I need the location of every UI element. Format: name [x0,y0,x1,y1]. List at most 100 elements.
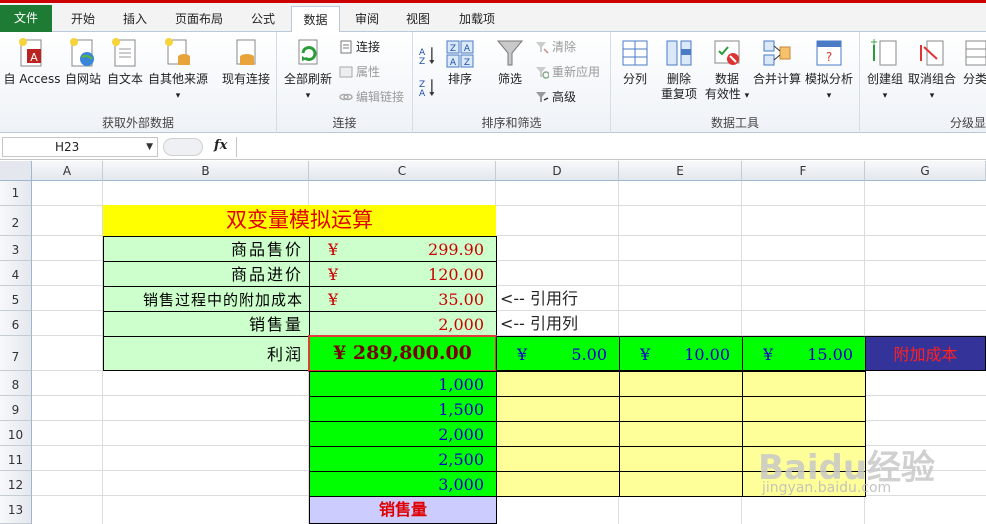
edit-links-button[interactable]: 编辑链接 [339,88,404,106]
cell-quantity-input[interactable]: 1,500 [309,396,497,422]
tab-insert[interactable]: 插入 [112,6,158,32]
remove-duplicates-button[interactable]: 删除 重复项 [657,37,701,102]
cell-quantity-input[interactable]: 3,000 [309,471,497,497]
tab-page-layout[interactable]: 页面布局 [163,6,235,32]
row-header[interactable]: 8 [0,371,32,396]
row-header[interactable]: 13 [0,496,32,524]
sort-button[interactable]: ZAAZ 排序 [443,37,477,87]
label-cost[interactable]: 商品进价 [103,261,310,287]
tab-file[interactable]: 文件 [0,5,52,32]
cell-extra-cost-input[interactable]: ¥5.00 [496,336,620,371]
cell-extra-cost[interactable]: ¥35.00 [309,286,497,312]
filter-button[interactable]: 筛选 [493,37,527,87]
cell-extra-cost-input[interactable]: ¥10.00 [619,336,743,371]
clear-button[interactable]: 清除 [535,38,576,56]
label-quantity[interactable]: 销售量 [103,311,310,337]
result-cell[interactable] [619,471,743,497]
row-header[interactable]: 3 [0,236,32,261]
result-cell[interactable] [619,396,743,422]
cell-quantity-input[interactable]: 2,000 [309,421,497,447]
column-header-f[interactable]: F [742,161,865,181]
row-header[interactable]: 7 [0,336,32,371]
row-header[interactable]: 12 [0,471,32,496]
row-header[interactable]: 6 [0,311,32,336]
remove-duplicates-icon [666,40,692,66]
consolidate-button[interactable]: 合并计算 [751,37,803,87]
tab-data[interactable]: 数据 [291,6,340,33]
label-extra-cost[interactable]: 销售过程中的附加成本 [103,286,310,312]
formula-bar-handle[interactable] [163,138,203,156]
column-header-b[interactable]: B [103,161,309,181]
from-text-button[interactable]: 自文本 [104,37,146,87]
sort-asc-button[interactable]: AZ [419,46,440,64]
result-cell[interactable] [742,371,866,397]
tab-formulas[interactable]: 公式 [240,6,286,32]
result-cell[interactable] [496,371,620,397]
insert-function-icon[interactable]: fx [214,138,227,153]
sheet-title[interactable]: 双变量模拟运算 [103,205,496,236]
name-box[interactable]: H23 ▼ [2,137,158,157]
reference-column-note[interactable]: <-- 引用列 [500,313,578,335]
cell-quantity-header[interactable]: 销售量 [309,496,497,524]
subtotal-button[interactable]: 分类 [960,37,986,87]
sort-icon: Z AA Z [446,40,474,68]
tab-view[interactable]: 视图 [395,6,441,32]
result-cell[interactable] [619,371,743,397]
svg-text:A: A [30,51,38,64]
reapply-button[interactable]: 重新应用 [535,63,600,81]
cell-profit-formula[interactable]: ¥ 289,800.00 [308,335,497,372]
cell-price[interactable]: ¥299.90 [309,236,497,262]
column-header-c[interactable]: C [309,161,496,181]
ungroup-icon [920,40,944,66]
cell-cost[interactable]: ¥120.00 [309,261,497,287]
cell-extra-cost-header[interactable]: 附加成本 [865,336,986,371]
row-header[interactable]: 2 [0,206,32,236]
result-cell[interactable] [742,396,866,422]
row-header[interactable]: 10 [0,421,32,446]
existing-connections-button[interactable]: 现有连接 [218,37,274,87]
chevron-down-icon[interactable]: ▼ [146,138,153,156]
group-button[interactable]: + 创建组 ▾ [864,37,906,104]
connections-button[interactable]: 连接 [339,38,380,56]
cell-quantity-input[interactable]: 1,000 [309,371,497,397]
row-header[interactable]: 5 [0,286,32,311]
data-validation-button[interactable]: 数据 有效性 ▾ [703,37,751,104]
tab-addins[interactable]: 加载项 [447,6,507,32]
row-header[interactable]: 11 [0,446,32,471]
result-cell[interactable] [619,421,743,447]
tab-home[interactable]: 开始 [58,6,108,32]
group-label: 分级显 [949,116,986,130]
cell-quantity-input[interactable]: 2,500 [309,446,497,472]
label-price[interactable]: 商品售价 [103,236,310,262]
advanced-button[interactable]: 高级 [535,88,576,106]
result-cell[interactable] [496,421,620,447]
what-if-analysis-button[interactable]: ? 模拟分析 ▾ [803,37,855,104]
column-header-d[interactable]: D [496,161,619,181]
row-header[interactable]: 1 [0,181,32,206]
result-cell[interactable] [496,396,620,422]
from-access-button[interactable]: A 自 Access [2,37,62,87]
column-header-a[interactable]: A [32,161,103,181]
tab-review[interactable]: 审阅 [344,6,390,32]
row-header[interactable]: 9 [0,396,32,421]
row-header[interactable]: 4 [0,261,32,286]
select-all-corner[interactable] [0,161,32,181]
from-web-button[interactable]: 自网站 [62,37,104,87]
label-profit[interactable]: 利润 [103,336,310,371]
refresh-all-button[interactable]: 全部刷新 ▾ [281,37,335,104]
column-header-g[interactable]: G [865,161,986,181]
result-cell[interactable] [496,446,620,472]
text-to-columns-button[interactable]: 分列 [617,37,653,87]
reference-row-note[interactable]: <-- 引用行 [500,288,578,310]
cell-quantity[interactable]: 2,000 [309,311,497,337]
column-header-e[interactable]: E [619,161,742,181]
sort-desc-button[interactable]: ZA [419,78,440,96]
result-cell[interactable] [619,446,743,472]
properties-button[interactable]: 属性 [339,63,380,81]
from-other-sources-button[interactable]: 自其他来源 ▾ [147,37,209,104]
group-outline: + 创建组 ▾ 取消组合 ▾ 分类 分级显 [860,32,986,133]
formula-input[interactable] [236,137,984,157]
cell-extra-cost-input[interactable]: ¥15.00 [742,336,866,371]
ungroup-button[interactable]: 取消组合 ▾ [906,37,958,104]
result-cell[interactable] [496,471,620,497]
